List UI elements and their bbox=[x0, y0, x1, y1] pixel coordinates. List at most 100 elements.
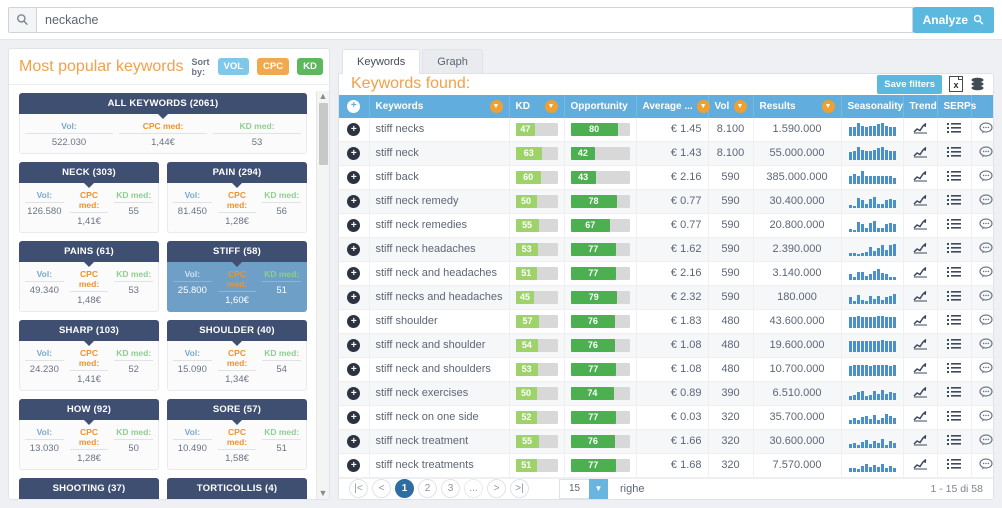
serp-list-icon[interactable] bbox=[947, 122, 961, 134]
cell-notes[interactable] bbox=[971, 285, 993, 310]
cell-serps[interactable] bbox=[937, 189, 972, 214]
trend-chart-icon[interactable] bbox=[912, 146, 928, 158]
cell-notes[interactable] bbox=[971, 141, 993, 166]
chevron-down-icon[interactable]: ▼ bbox=[589, 478, 608, 499]
cell-serps[interactable] bbox=[937, 453, 972, 478]
comment-icon[interactable] bbox=[979, 170, 993, 182]
cell-notes[interactable] bbox=[971, 429, 993, 454]
cell-notes[interactable] bbox=[971, 333, 993, 358]
trend-chart-icon[interactable] bbox=[912, 458, 928, 470]
cell-trend[interactable] bbox=[903, 237, 938, 262]
trend-chart-icon[interactable] bbox=[912, 338, 928, 350]
sort-button-kd[interactable]: KD bbox=[297, 58, 323, 75]
table-row[interactable]: + stiff necks and headaches 45 79 € 2.32 590 1… bbox=[339, 285, 993, 310]
trend-chart-icon[interactable] bbox=[912, 314, 928, 326]
cell-expand[interactable]: + bbox=[339, 213, 370, 238]
cell-trend[interactable] bbox=[903, 117, 938, 142]
cell-trend[interactable] bbox=[903, 165, 938, 190]
keyword-card[interactable]: NECK (303) Vol: 126.580 CPC med: 1,41€ KD med… bbox=[19, 162, 159, 233]
cell-serps[interactable] bbox=[937, 429, 972, 454]
comment-icon[interactable] bbox=[979, 410, 993, 422]
cell-expand[interactable]: + bbox=[339, 309, 370, 334]
comment-icon[interactable] bbox=[979, 146, 993, 158]
col-kd[interactable]: KD ▼ bbox=[509, 94, 565, 118]
plus-circle-icon[interactable]: + bbox=[347, 171, 361, 185]
table-row[interactable]: + stiff neck remedy 50 78 € 0.77 590 30.400.00… bbox=[339, 189, 993, 214]
cell-expand[interactable]: + bbox=[339, 381, 370, 406]
page-button-2[interactable]: 2 bbox=[418, 479, 437, 499]
sort-button-vol[interactable]: VOL bbox=[217, 58, 250, 75]
left-scrollbar[interactable]: ▲ ▼ bbox=[316, 91, 329, 499]
table-row[interactable]: + stiff neck and shoulder 54 76 € 1.08 480 19.… bbox=[339, 333, 993, 358]
cell-trend[interactable] bbox=[903, 381, 938, 406]
cell-trend[interactable] bbox=[903, 285, 938, 310]
keyword-card[interactable]: STIFF (58) Vol: 25.800 CPC med: 1,60€ KD med:… bbox=[167, 241, 307, 312]
rows-per-page-select[interactable]: 15 ▼ bbox=[559, 478, 608, 499]
trend-chart-icon[interactable] bbox=[912, 122, 928, 134]
plus-circle-icon[interactable]: + bbox=[347, 195, 361, 209]
plus-circle-icon[interactable]: + bbox=[347, 435, 361, 449]
plus-circle-icon[interactable]: + bbox=[347, 459, 361, 473]
comment-icon[interactable] bbox=[979, 242, 993, 254]
cell-serps[interactable] bbox=[937, 117, 972, 142]
table-row[interactable]: + stiff neck and headaches 51 77 € 2.16 590 3.… bbox=[339, 261, 993, 286]
page-prev-button[interactable]: < bbox=[372, 479, 391, 499]
cell-serps[interactable] bbox=[937, 285, 972, 310]
cell-expand[interactable]: + bbox=[339, 357, 370, 382]
cell-notes[interactable] bbox=[971, 213, 993, 238]
page-next-button[interactable]: > bbox=[487, 479, 506, 499]
cell-expand[interactable]: + bbox=[339, 141, 370, 166]
cell-serps[interactable] bbox=[937, 357, 972, 382]
comment-icon[interactable] bbox=[979, 458, 993, 470]
comment-icon[interactable] bbox=[979, 218, 993, 230]
serp-list-icon[interactable] bbox=[947, 458, 961, 470]
keyword-card[interactable]: PAINS (61) Vol: 49.340 CPC med: 1,48€ KD med:… bbox=[19, 241, 159, 312]
serp-list-icon[interactable] bbox=[947, 290, 961, 302]
cell-notes[interactable] bbox=[971, 381, 993, 406]
serp-list-icon[interactable] bbox=[947, 170, 961, 182]
cell-notes[interactable] bbox=[971, 357, 993, 382]
cell-notes[interactable] bbox=[971, 237, 993, 262]
page-first-button[interactable]: |< bbox=[349, 479, 368, 499]
filter-kd-icon[interactable]: ▼ bbox=[544, 99, 558, 113]
cell-expand[interactable]: + bbox=[339, 333, 370, 358]
cell-trend[interactable] bbox=[903, 357, 938, 382]
comment-icon[interactable] bbox=[979, 434, 993, 446]
serp-list-icon[interactable] bbox=[947, 146, 961, 158]
plus-circle-icon[interactable]: + bbox=[347, 315, 361, 329]
serp-list-icon[interactable] bbox=[947, 194, 961, 206]
tab-graph[interactable]: Graph bbox=[422, 49, 483, 74]
table-row[interactable]: + stiff back 60 43 € 2.16 590 385.000.000 bbox=[339, 165, 993, 190]
serp-list-icon[interactable] bbox=[947, 218, 961, 230]
plus-circle-icon[interactable]: + bbox=[347, 219, 361, 233]
cell-notes[interactable] bbox=[971, 189, 993, 214]
cell-expand[interactable]: + bbox=[339, 429, 370, 454]
plus-circle-icon[interactable]: + bbox=[347, 147, 361, 161]
filter-average-icon[interactable]: ▼ bbox=[696, 99, 710, 113]
cell-trend[interactable] bbox=[903, 333, 938, 358]
plus-circle-icon[interactable]: + bbox=[347, 339, 361, 353]
table-row[interactable]: + stiff necks 47 80 € 1.45 8.100 1.590.000 bbox=[339, 117, 993, 142]
trend-chart-icon[interactable] bbox=[912, 170, 928, 182]
keyword-card[interactable]: ALL KEYWORDS (2061) Vol: 522.030 CPC med: 1,… bbox=[19, 93, 307, 154]
scroll-up-icon[interactable]: ▲ bbox=[319, 91, 328, 102]
cell-trend[interactable] bbox=[903, 309, 938, 334]
search-input[interactable] bbox=[36, 6, 913, 33]
cell-trend[interactable] bbox=[903, 453, 938, 478]
table-row[interactable]: + stiff neck exercises 50 74 € 0.89 390 6.510.… bbox=[339, 381, 993, 406]
table-row[interactable]: + stiff shoulder 57 76 € 1.83 480 43.600.000 bbox=[339, 309, 993, 334]
trend-chart-icon[interactable] bbox=[912, 194, 928, 206]
table-row[interactable]: + stiff neck treatment 55 76 € 1.66 320 30.600… bbox=[339, 429, 993, 454]
plus-circle-icon[interactable]: + bbox=[347, 123, 361, 137]
cell-serps[interactable] bbox=[937, 333, 972, 358]
comment-icon[interactable] bbox=[979, 362, 993, 374]
scroll-down-icon[interactable]: ▼ bbox=[319, 488, 328, 499]
analyze-button[interactable]: Analyze bbox=[912, 6, 994, 33]
cell-trend[interactable] bbox=[903, 189, 938, 214]
plus-circle-icon[interactable]: + bbox=[347, 291, 361, 305]
keyword-card[interactable]: TORTICOLLIS (4)Vol:8.760CPC med:0,55€KD … bbox=[167, 478, 307, 499]
serp-list-icon[interactable] bbox=[947, 338, 961, 350]
expand-all-icon[interactable]: + bbox=[347, 99, 361, 113]
trend-chart-icon[interactable] bbox=[912, 290, 928, 302]
col-average[interactable]: Average ... ▼ bbox=[636, 94, 710, 118]
